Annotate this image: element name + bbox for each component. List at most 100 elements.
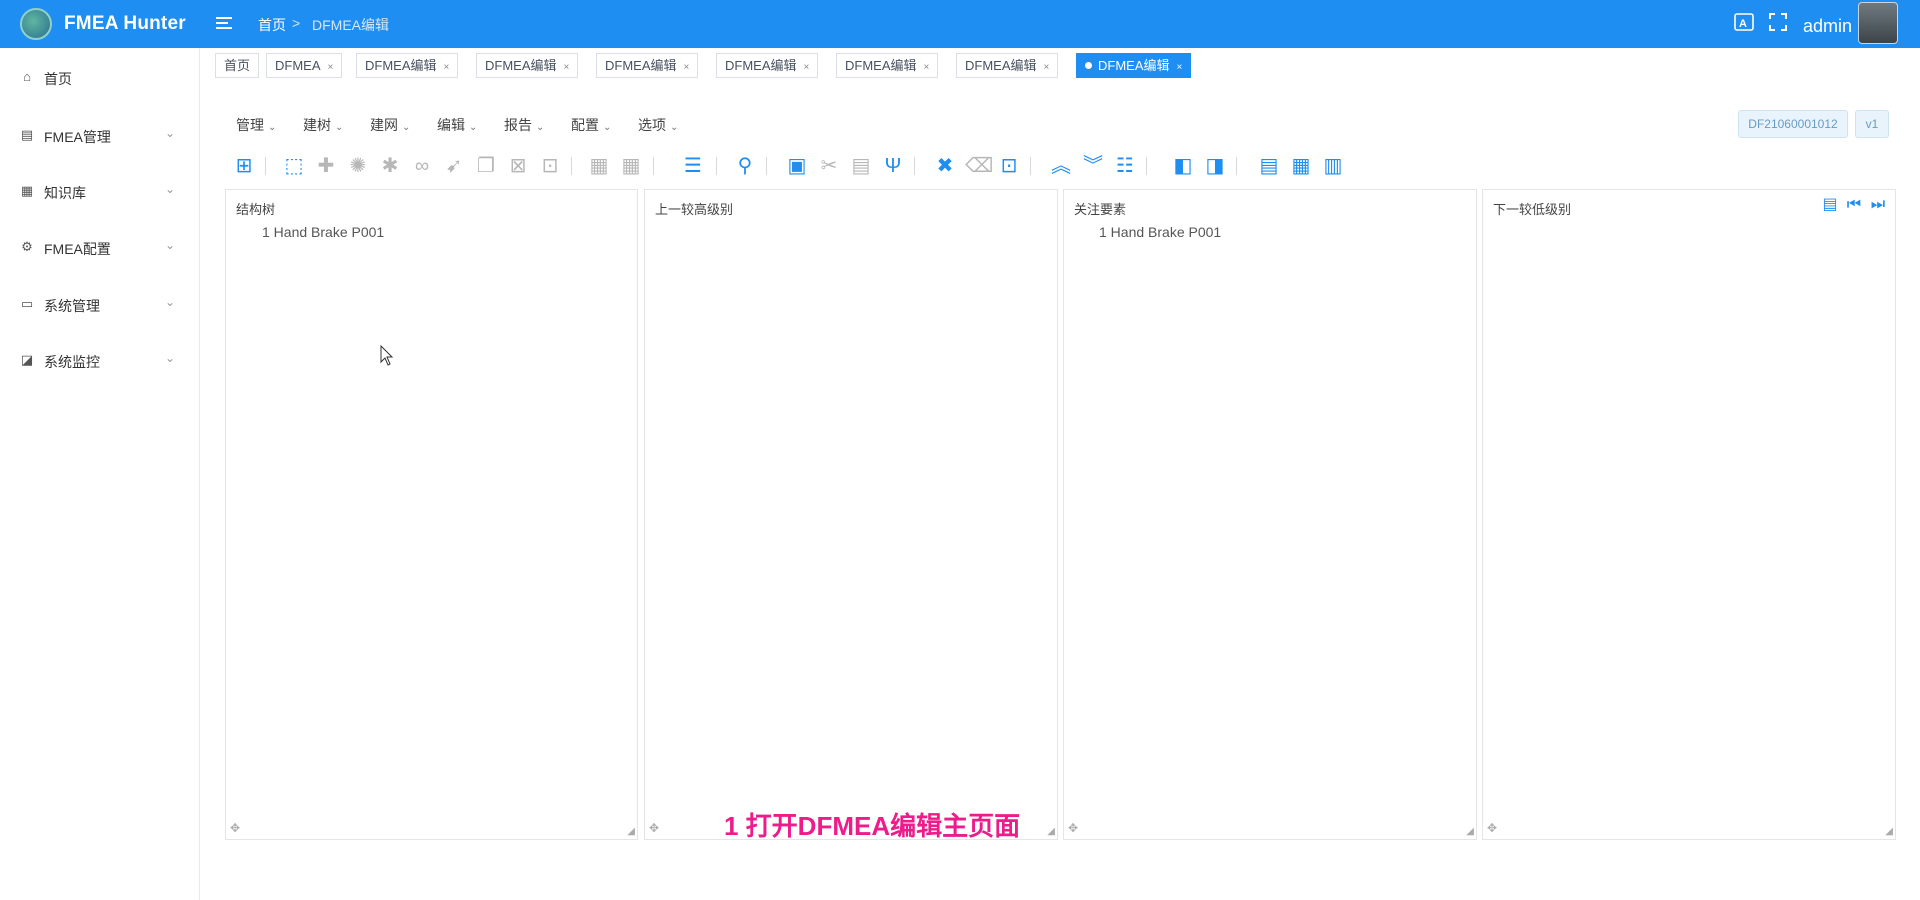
higher-level-panel: 上一较高级别 ✥ ◢ [644,189,1058,840]
move-handle-icon[interactable]: ✥ [1068,821,1078,835]
list-icon[interactable]: ☰ [681,153,705,179]
breadcrumb-current: DFMEA编辑 [312,17,389,33]
tab-dfmea-edit[interactable]: DFMEA编辑 × [476,53,579,78]
grid-icon[interactable]: ▦ [587,153,611,179]
panel-title: 上一较高级别 [655,202,734,217]
tab-label: 首页 [224,58,251,73]
paste-icon[interactable]: ▣ [785,153,809,179]
calendar-icon[interactable]: ▥ [1321,153,1345,179]
chevron-down-icon: ⌄ [165,238,176,252]
menu-report[interactable]: 报告 ⌄ [504,115,544,135]
fork-icon[interactable]: Ψ [881,153,905,179]
resize-handle-icon[interactable]: ◢ [1466,826,1474,837]
close-icon[interactable]: × [444,62,450,73]
move-handle-icon[interactable]: ✥ [649,821,659,835]
close-icon[interactable]: × [328,62,334,73]
resize-handle-icon[interactable]: ◢ [1047,826,1055,837]
tab-dfmea-edit[interactable]: DFMEA编辑 × [836,53,939,78]
close-icon[interactable]: × [924,62,930,73]
menu-label: 配置 [571,117,599,133]
sidebar-item-system-monitor[interactable]: ◪ 系统监控 ⌄ [0,340,200,380]
sidebar-item-knowledge-base[interactable]: ▦ 知识库 ⌄ [0,171,200,211]
menu-build-tree[interactable]: 建树 ⌄ [303,115,343,135]
translate-icon[interactable]: A [1733,12,1755,34]
sidebar-item-fmea-management[interactable]: ▤ FMEA管理 ⌄ [0,115,200,155]
lower-level-panel: 下一较低级别 ▤ ⏮ ⏭ ✥ ◢ [1482,189,1896,840]
focus-node[interactable]: 1 Hand Brake P001 [1099,224,1221,240]
close-icon[interactable]: × [804,62,810,73]
resize-handle-icon[interactable]: ◢ [1885,826,1893,837]
tab-dfmea-edit-active[interactable]: DFMEA编辑 × [1076,53,1192,78]
copy-icon[interactable]: ❐ [474,153,498,179]
tab-label: DFMEA编辑 [485,58,557,73]
node-select-icon[interactable]: ⬚ [282,153,306,179]
close-icon[interactable]: × [564,62,570,73]
move-handle-icon[interactable]: ✥ [1487,821,1497,835]
clipboard-icon[interactable]: ▤ [849,153,873,179]
tab-label: DFMEA编辑 [845,58,917,73]
sidebar-item-system-management[interactable]: ▭ 系统管理 ⌄ [0,284,200,324]
search-icon[interactable]: ⚲ [733,153,757,179]
tab-label: DFMEA编辑 [725,58,797,73]
menu-options[interactable]: 选项 ⌄ [638,115,678,135]
sidebar-item-fmea-config[interactable]: ⚙ FMEA配置 ⌄ [0,227,200,267]
pointer-icon[interactable]: ➹ [442,153,466,179]
matrix-icon[interactable]: ▦ [1289,153,1313,179]
tab-label: DFMEA [275,58,321,73]
close-icon[interactable]: × [684,62,690,73]
numbered-list-icon[interactable]: ☷ [1113,153,1137,179]
chevron-down-icon: ⌄ [670,122,679,133]
cut-icon[interactable]: ✂ [817,153,841,179]
grid-alt-icon[interactable]: ▦ [619,153,643,179]
table-icon[interactable]: ▤ [1257,153,1281,179]
sidebar-item-label: 首页 [44,71,72,87]
skip-last-icon[interactable]: ⏭ [1869,195,1887,215]
focus-icon[interactable]: ⊡ [997,153,1021,179]
avatar[interactable] [1858,2,1898,44]
tab-label: DFMEA编辑 [365,58,437,73]
move-handle-icon[interactable]: ✥ [230,821,240,835]
chevron-down-icon: ⌄ [335,122,344,133]
asterisk-icon[interactable]: ✱ [378,153,402,179]
delete-box-icon[interactable]: ⊠ [506,153,530,179]
collapse-up-icon[interactable]: ︽ [1049,153,1073,179]
table-view-icon[interactable]: ▤ [1821,195,1839,215]
menu-build-net[interactable]: 建网 ⌄ [370,115,410,135]
toolbar-divider [914,157,915,175]
close-icon[interactable]: × [1044,62,1050,73]
chevron-down-icon: ⌄ [165,126,176,140]
close-icon[interactable]: × [1177,62,1183,73]
sidebar-item-label: FMEA配置 [44,241,111,257]
menu-manage[interactable]: 管理 ⌄ [236,115,276,135]
breadcrumb-home[interactable]: 首页 [258,15,286,35]
close-icon[interactable]: ✖ [933,153,957,179]
menu-toggle-icon[interactable] [216,14,236,32]
panel-title: 关注要素 [1074,202,1127,217]
puzzle-icon[interactable]: ✚ [314,153,338,179]
backspace-icon[interactable]: ⌫ [965,153,993,179]
tree-node[interactable]: 1 Hand Brake P001 [262,224,384,240]
skip-first-icon[interactable]: ⏮ [1845,195,1863,215]
tab-dfmea[interactable]: DFMEA × [266,53,343,78]
gear-icon[interactable]: ✺ [346,153,370,179]
structure-tree-panel: 结构树 1 Hand Brake P001 ✥ ◢ [225,189,638,840]
tab-dfmea-edit[interactable]: DFMEA编辑 × [956,53,1059,78]
sidebar-item-home[interactable]: ⌂ 首页 [0,57,200,97]
user-name[interactable]: admin [1803,16,1852,37]
split-left-icon[interactable]: ◧ [1171,153,1195,179]
tab-dfmea-edit[interactable]: DFMEA编辑 × [596,53,699,78]
fullscreen-icon[interactable] [1767,12,1789,34]
menu-config[interactable]: 配置 ⌄ [571,115,611,135]
panel-tools: ▤ ⏮ ⏭ [1815,195,1887,215]
tab-home[interactable]: 首页 [215,53,260,78]
menu-edit[interactable]: 编辑 ⌄ [437,115,477,135]
search-box-icon[interactable]: ⊡ [538,153,562,179]
tab-dfmea-edit[interactable]: DFMEA编辑 × [716,53,819,78]
active-dot-icon [1085,62,1092,69]
add-structure-icon[interactable]: ⊞ [232,153,256,179]
expand-down-icon[interactable]: ︾ [1081,153,1105,179]
link-icon[interactable]: ∞ [410,153,434,179]
tab-dfmea-edit[interactable]: DFMEA编辑 × [356,53,459,78]
resize-handle-icon[interactable]: ◢ [627,826,635,837]
split-right-icon[interactable]: ◨ [1203,153,1227,179]
